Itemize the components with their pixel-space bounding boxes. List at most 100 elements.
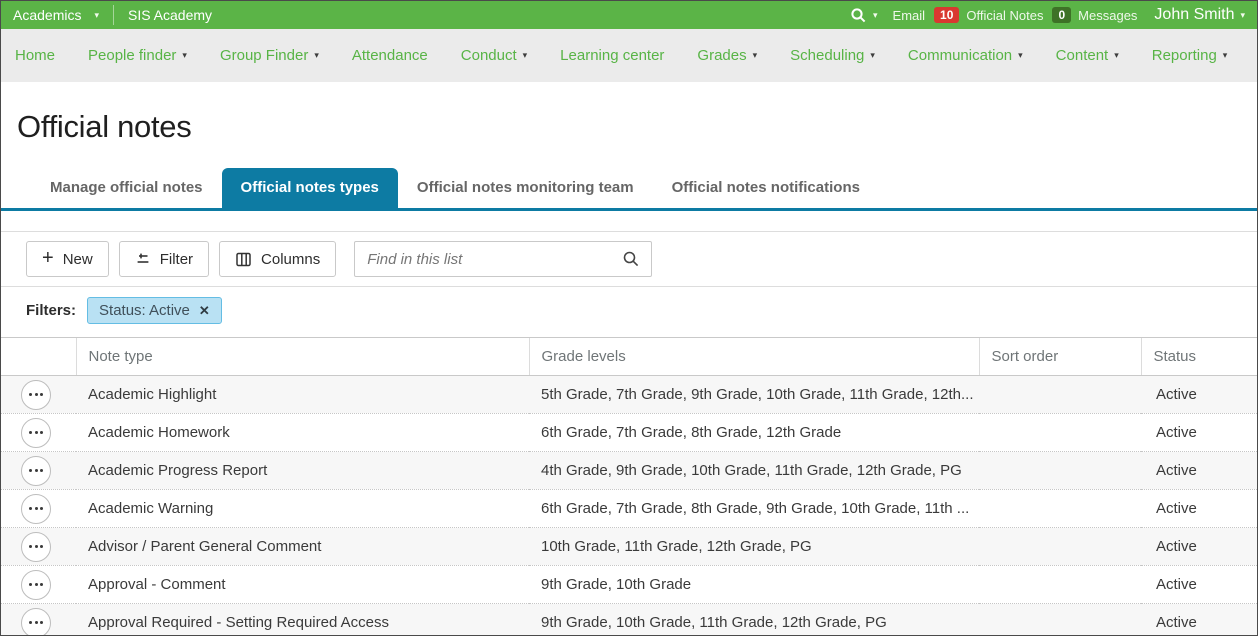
tab-official-notes-types[interactable]: Official notes types — [222, 168, 398, 208]
nav-item-people-finder[interactable]: People finder ▾ — [88, 47, 187, 64]
sort-order-cell — [979, 604, 1141, 636]
chevron-down-icon: ▾ — [870, 51, 875, 60]
tab-underline — [1, 208, 1257, 211]
search-icon[interactable] — [622, 250, 640, 268]
top-bar: Academics ▾ SIS Academy ▾ Email 10 Offic… — [1, 1, 1257, 29]
columns-button[interactable]: Columns — [219, 241, 336, 277]
table-row: Advisor / Parent General Comment 10th Gr… — [1, 528, 1258, 566]
tab-label: Official notes types — [241, 179, 379, 196]
nav-item-label: People finder — [88, 47, 176, 64]
ellipsis-icon — [29, 393, 32, 396]
grade-levels-cell: 5th Grade, 7th Grade, 9th Grade, 10th Gr… — [529, 376, 979, 414]
main-nav: Home People finder ▾ Group Finder ▾ Atte… — [1, 29, 1257, 82]
row-actions-button[interactable] — [21, 456, 51, 486]
chevron-down-icon: ▾ — [873, 11, 878, 20]
ellipsis-icon — [29, 431, 32, 434]
nav-item-content[interactable]: Content ▾ — [1056, 47, 1119, 64]
note-type-cell: Academic Homework — [76, 414, 529, 452]
filter-button[interactable]: Filter — [119, 241, 209, 277]
row-actions-button[interactable] — [21, 608, 51, 636]
chevron-down-icon: ▾ — [182, 51, 187, 60]
sort-order-cell — [979, 528, 1141, 566]
row-actions-button[interactable] — [21, 380, 51, 410]
row-actions-button[interactable] — [21, 570, 51, 600]
table-row: Approval Required - Setting Required Acc… — [1, 604, 1258, 636]
new-button[interactable]: + New — [26, 241, 109, 277]
status-cell: Active — [1141, 452, 1258, 490]
nav-item-attendance[interactable]: Attendance — [352, 47, 428, 64]
chevron-down-icon: ▾ — [1223, 51, 1228, 60]
columns-icon — [235, 251, 252, 268]
status-cell: Active — [1141, 490, 1258, 528]
search-button[interactable]: ▾ — [850, 7, 878, 24]
nav-item-reporting[interactable]: Reporting ▾ — [1152, 47, 1228, 64]
note-type-cell: Academic Warning — [76, 490, 529, 528]
grade-levels-cell: 9th Grade, 10th Grade — [529, 566, 979, 604]
nav-item-home[interactable]: Home — [15, 47, 55, 64]
column-header-note-type[interactable]: Note type — [76, 338, 529, 376]
ellipsis-icon — [29, 469, 32, 472]
nav-item-label: Group Finder — [220, 47, 308, 64]
nav-item-label: Reporting — [1152, 47, 1217, 64]
official-notes-count-badge: 10 — [934, 7, 959, 23]
sort-order-cell — [979, 376, 1141, 414]
tab-official-notes-notifications[interactable]: Official notes notifications — [653, 168, 879, 208]
status-cell: Active — [1141, 528, 1258, 566]
tab-label: Official notes notifications — [672, 179, 860, 196]
ellipsis-icon — [29, 545, 32, 548]
tab-bar: Manage official notes Official notes type… — [31, 168, 1257, 208]
row-actions-button[interactable] — [21, 532, 51, 562]
grade-levels-cell: 6th Grade, 7th Grade, 8th Grade, 12th Gr… — [529, 414, 979, 452]
close-icon[interactable]: ✕ — [199, 303, 210, 319]
ellipsis-icon — [29, 583, 32, 586]
user-menu[interactable]: John Smith ▾ — [1154, 6, 1245, 24]
status-cell: Active — [1141, 566, 1258, 604]
ellipsis-icon — [29, 507, 32, 510]
column-header-grade-levels[interactable]: Grade levels — [529, 338, 979, 376]
column-header-status[interactable]: Status — [1141, 338, 1258, 376]
status-cell: Active — [1141, 414, 1258, 452]
plus-icon: + — [42, 248, 54, 268]
academics-menu-label: Academics — [13, 7, 81, 23]
column-header-sort-order[interactable]: Sort order — [979, 338, 1141, 376]
nav-item-grades[interactable]: Grades ▾ — [697, 47, 757, 64]
filter-chip-label: Status: Active — [99, 302, 190, 319]
table-row: Approval - Comment 9th Grade, 10th Grade… — [1, 566, 1258, 604]
filters-label: Filters: — [26, 302, 76, 319]
search-input[interactable] — [354, 241, 652, 277]
nav-item-label: Communication — [908, 47, 1012, 64]
nav-item-label: Conduct — [461, 47, 517, 64]
list-toolbar: + New Filter Columns — [1, 232, 1257, 286]
tab-manage-official-notes[interactable]: Manage official notes — [31, 168, 222, 208]
status-cell: Active — [1141, 604, 1258, 636]
note-type-cell: Academic Highlight — [76, 376, 529, 414]
sort-order-cell — [979, 490, 1141, 528]
topbar-divider — [113, 5, 114, 25]
row-actions-button[interactable] — [21, 494, 51, 524]
nav-item-learning-center[interactable]: Learning center — [560, 47, 664, 64]
official-notes-link[interactable]: 10 Official Notes — [934, 7, 1043, 23]
tab-label: Manage official notes — [50, 179, 203, 196]
nav-item-communication[interactable]: Communication ▾ — [908, 47, 1023, 64]
official-notes-label: Official Notes — [966, 8, 1043, 23]
nav-item-label: Content — [1056, 47, 1109, 64]
academics-menu[interactable]: Academics ▾ — [13, 7, 99, 23]
grade-levels-cell: 9th Grade, 10th Grade, 11th Grade, 12th … — [529, 604, 979, 636]
filter-chip-status-active[interactable]: Status: Active ✕ — [87, 297, 222, 324]
row-actions-button[interactable] — [21, 418, 51, 448]
actions-column-header — [1, 338, 76, 376]
list-search — [354, 241, 652, 277]
nav-item-group-finder[interactable]: Group Finder ▾ — [220, 47, 319, 64]
tab-official-notes-monitoring-team[interactable]: Official notes monitoring team — [398, 168, 653, 208]
messages-link[interactable]: 0 Messages — [1052, 7, 1137, 23]
nav-item-scheduling[interactable]: Scheduling ▾ — [790, 47, 875, 64]
search-icon — [850, 7, 867, 24]
sort-order-cell — [979, 452, 1141, 490]
email-link[interactable]: Email — [893, 8, 926, 23]
app-window: Academics ▾ SIS Academy ▾ Email 10 Offic… — [0, 0, 1258, 636]
messages-label: Messages — [1078, 8, 1137, 23]
nav-item-conduct[interactable]: Conduct ▾ — [461, 47, 527, 64]
filter-button-label: Filter — [160, 251, 193, 268]
chevron-down-icon: ▾ — [314, 51, 319, 60]
note-type-cell: Advisor / Parent General Comment — [76, 528, 529, 566]
